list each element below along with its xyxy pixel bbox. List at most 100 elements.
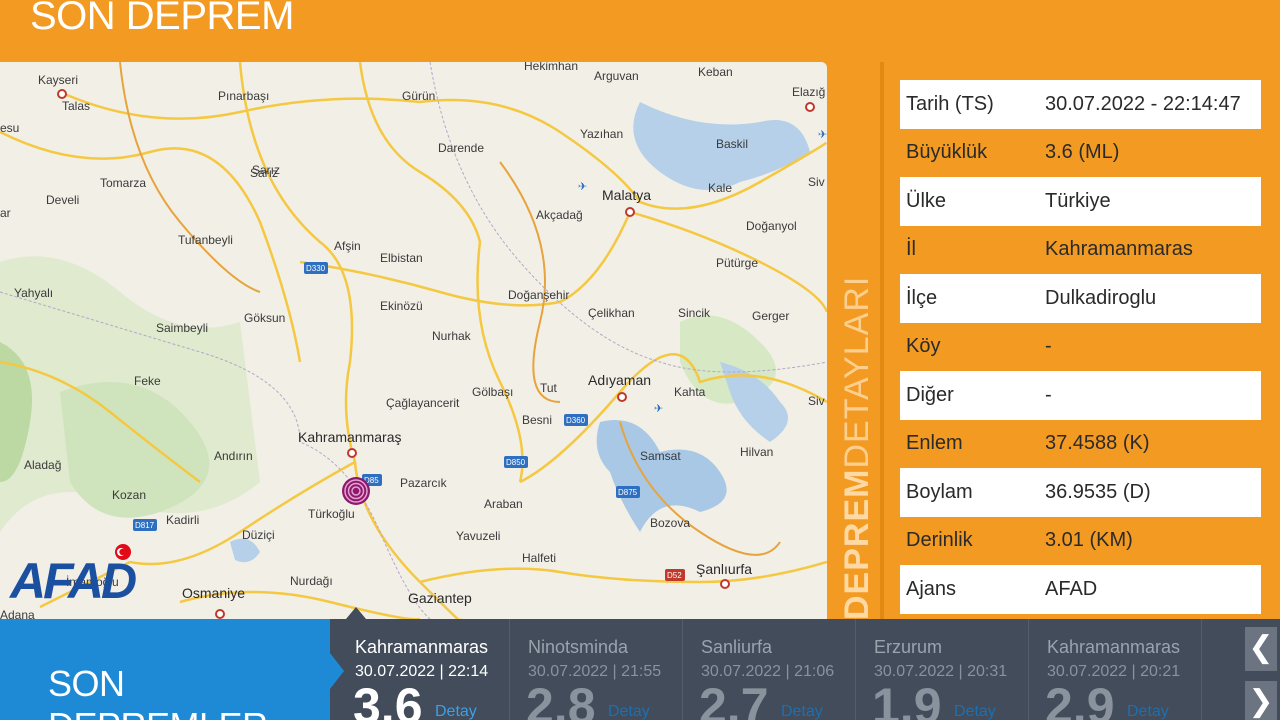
detail-row-latitude: Enlem 37.4588 (K) xyxy=(900,420,1261,469)
detail-value: 37.4588 (K) xyxy=(1045,432,1150,455)
detail-label: Diğer xyxy=(906,383,954,406)
details-table: Tarih (TS) 30.07.2022 - 22:14:47 Büyüklük… xyxy=(900,80,1261,614)
map-place-label: Siv xyxy=(808,394,825,408)
quake-item[interactable]: Sanliurfa 30.07.2022 | 21:06 2.7 Detay xyxy=(684,619,856,720)
map-place-label: Düziçi xyxy=(242,528,275,542)
detail-label: Enlem xyxy=(906,432,963,455)
quake-location: Kahramanmaras xyxy=(355,637,489,657)
map-place-label: Sincik xyxy=(678,306,711,320)
map-place-label: Adıyaman xyxy=(588,372,651,388)
quake-item[interactable]: Erzurum 30.07.2022 | 20:31 1.9 Detay xyxy=(857,619,1029,720)
detail-label: İlçe xyxy=(906,286,938,309)
map-place-label: Gaziantep xyxy=(408,590,472,606)
chevron-left-icon[interactable]: ❮ xyxy=(1245,627,1277,671)
quake-item[interactable]: Kahramanmaras 30.07.2022 | 22:14 3.6 Det… xyxy=(338,619,510,720)
map-place-label: Araban xyxy=(484,497,523,511)
quake-item[interactable]: Ninotsminda 30.07.2022 | 21:55 2.8 Detay xyxy=(511,619,683,720)
map-place-label: Darende xyxy=(438,141,484,155)
map-place-label: Baskil xyxy=(716,137,748,151)
map-panel[interactable]: Kayseri Talas Pınarbaşı Gürün Hekimhan Arguva… xyxy=(0,62,827,619)
map-place-label: Saimbeyli xyxy=(156,321,208,335)
detail-label: Derinlik xyxy=(906,529,973,552)
detail-row-other: Diğer - xyxy=(900,371,1261,420)
map-place-label: Tomarza xyxy=(100,176,146,190)
detail-value: AFAD xyxy=(1045,577,1098,600)
map-place-label: Gölbaşı xyxy=(472,385,513,399)
detail-label: İl xyxy=(906,238,916,261)
road-badge: D330 xyxy=(306,264,326,273)
map-place-label: Osmaniye xyxy=(182,585,245,601)
quake-detail-link[interactable]: Detay xyxy=(435,703,477,720)
detail-row-village: Köy - xyxy=(900,323,1261,372)
map-place-label: Afşin xyxy=(334,239,361,253)
airport-icon: ✈ xyxy=(654,402,663,415)
detail-value: Dulkadiroglu xyxy=(1045,286,1157,309)
chevron-right-icon[interactable]: ❯ xyxy=(1245,681,1277,720)
header-bar: SON DEPREM xyxy=(0,0,1280,62)
quake-location: Sanliurfa xyxy=(701,637,773,657)
map-place-label: Yahyalı xyxy=(14,286,53,300)
quake-location: Erzurum xyxy=(874,637,943,657)
map-place-label: Keban xyxy=(698,65,733,79)
quake-detail-link[interactable]: Detay xyxy=(954,703,996,720)
map-place-label: Samsat xyxy=(640,449,681,463)
map-place-label: Feke xyxy=(134,374,161,388)
map-place-label: Develi xyxy=(46,193,79,207)
detail-label: Büyüklük xyxy=(906,141,988,164)
map-place-label: Gerger xyxy=(752,309,789,323)
app-root: SON DEPREM Kayseri Talas Pınarbaşı Gürün… xyxy=(0,0,1280,720)
map-place-label: Besni xyxy=(522,413,552,427)
map-place-label: Halfeti xyxy=(522,551,556,565)
map-place-label: Kale xyxy=(708,181,732,195)
quake-detail-link[interactable]: Detay xyxy=(608,703,650,720)
map-place-label: Elbistan xyxy=(380,251,423,265)
map-canvas[interactable]: Kayseri Talas Pınarbaşı Gürün Hekimhan Arguva… xyxy=(0,62,827,619)
detail-label: Ajans xyxy=(906,577,957,600)
detail-row-magnitude: Büyüklük 3.6 (ML) xyxy=(900,129,1261,178)
epicenter-marker-icon[interactable] xyxy=(342,477,370,505)
detail-value: 3.6 (ML) xyxy=(1045,141,1120,164)
map-place-label: Malatya xyxy=(602,187,651,203)
map-place-label: Akçadağ xyxy=(536,208,583,222)
detail-value: - xyxy=(1045,383,1052,406)
quake-magnitude: 2.8 xyxy=(526,678,596,720)
map-place-label: Tufanbeyli xyxy=(178,233,233,247)
detail-row-date: Tarih (TS) 30.07.2022 - 22:14:47 xyxy=(900,80,1261,129)
map-place-label: Hekimhan xyxy=(524,62,578,73)
afad-logo: AFAD xyxy=(10,553,137,609)
detail-value: Kahramanmaras xyxy=(1045,238,1193,261)
map-place-label: ar xyxy=(0,206,11,220)
map-place-label: Yavuzeli xyxy=(456,529,500,543)
recent-quakes-list: Kahramanmaras 30.07.2022 | 22:14 3.6 Det… xyxy=(338,619,1244,720)
quake-magnitude: 2.7 xyxy=(699,678,769,720)
map-place-label: Gürün xyxy=(402,89,435,103)
map-place-label: Talas xyxy=(62,99,90,113)
map-place-label: Andırın xyxy=(214,449,253,463)
panel-divider xyxy=(880,62,884,619)
quake-detail-link[interactable]: Detay xyxy=(1127,703,1169,720)
recent-quakes-title: SON DEPREMLER xyxy=(48,663,268,720)
detail-value: Türkiye xyxy=(1045,189,1111,212)
road-badge: D817 xyxy=(135,521,155,530)
road-badge: D52 xyxy=(667,571,682,580)
quake-magnitude: 1.9 xyxy=(872,678,942,720)
detail-value: 36.9535 (D) xyxy=(1045,480,1151,503)
map-place-label: Sarız xyxy=(250,166,278,180)
quake-location: Kahramanmaras xyxy=(1047,637,1181,657)
quake-detail-link[interactable]: Detay xyxy=(781,703,823,720)
map-place-label: Elazığ xyxy=(792,85,825,99)
map-place-label: Pazarcık xyxy=(400,476,448,490)
map-place-label: Kadirli xyxy=(166,513,199,527)
road-badge: D875 xyxy=(618,488,638,497)
recent-quakes-label-box: SON DEPREMLER xyxy=(0,619,330,720)
details-title-bold: DEPREM xyxy=(838,468,876,620)
map-place-label: Göksun xyxy=(244,311,285,325)
quake-item[interactable]: Kahramanmaras 30.07.2022 | 20:21 2.9 Det… xyxy=(1030,619,1202,720)
detail-row-depth: Derinlik 3.01 (KM) xyxy=(900,517,1261,566)
detail-label: Tarih (TS) xyxy=(906,92,994,115)
detail-row-agency: Ajans AFAD xyxy=(900,565,1261,614)
map-place-label: Kahramanmaraş xyxy=(298,429,402,445)
map-place-label: Bozova xyxy=(650,516,690,530)
map-place-label: Nurhak xyxy=(432,329,472,343)
detail-value: - xyxy=(1045,335,1052,358)
